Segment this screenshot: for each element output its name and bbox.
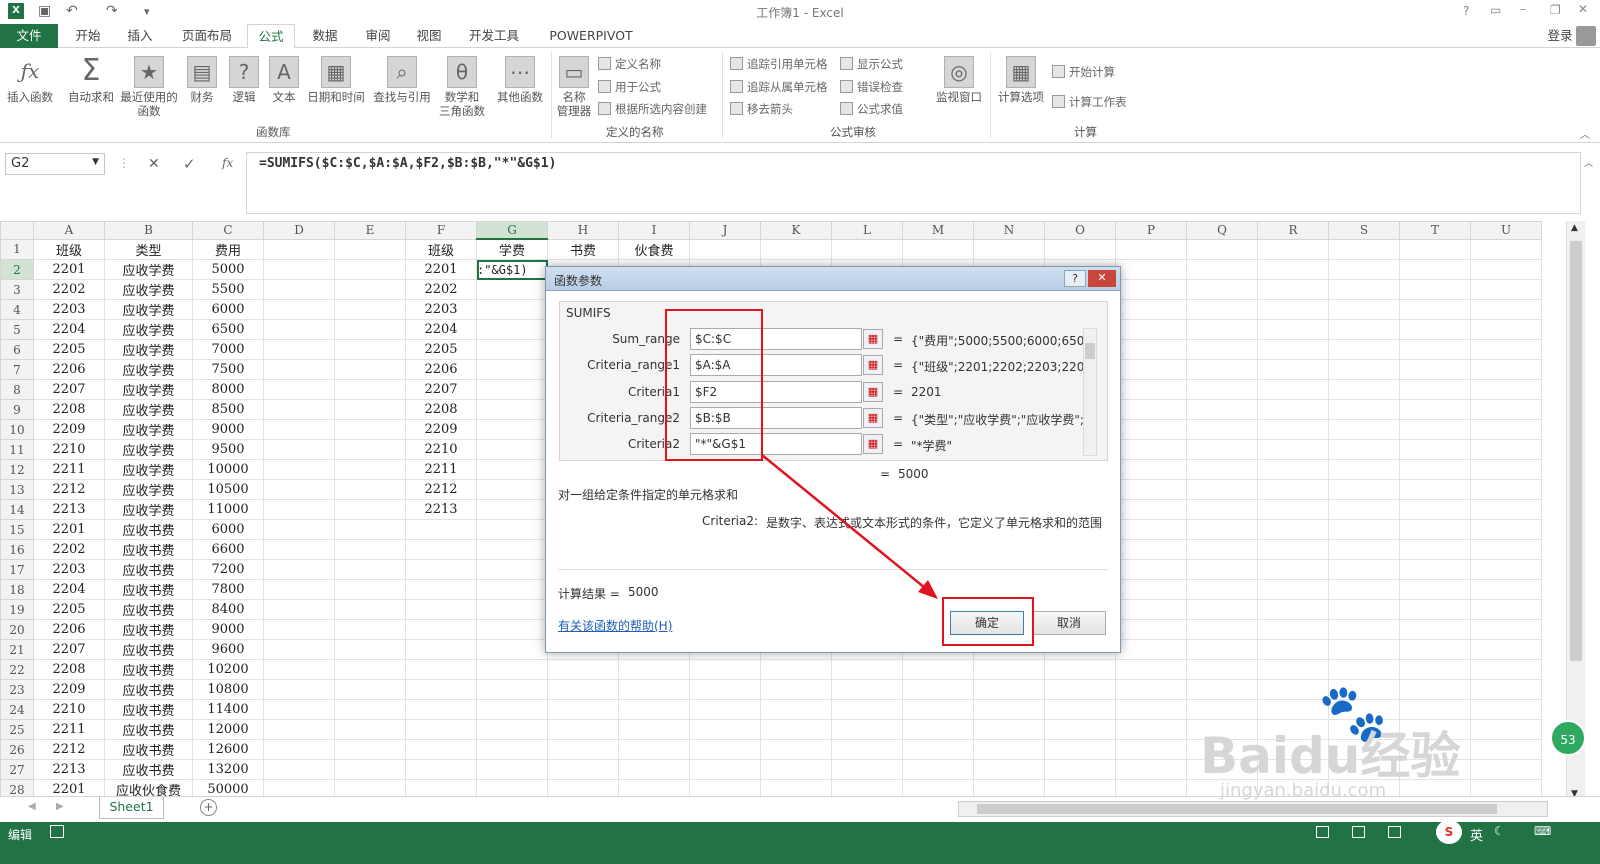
watermark-url: jingyan.baidu.com <box>1220 780 1387 801</box>
watermark-text: Baidu经验 <box>1200 727 1461 785</box>
side-badge[interactable]: 53 <box>1550 720 1586 756</box>
baidu-watermark: 🐾 Baidu经验 jingyan.baidu.com <box>1200 680 1490 801</box>
